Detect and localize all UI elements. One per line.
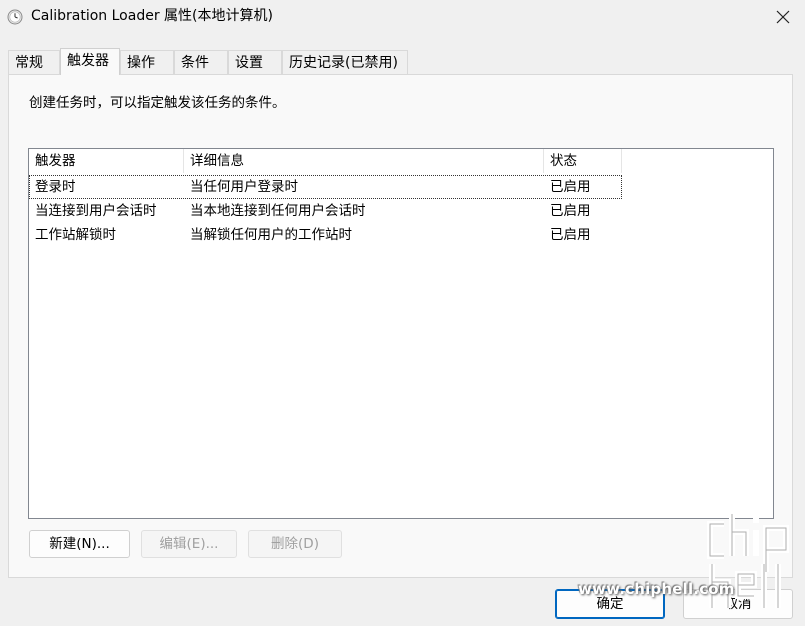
tab-actions[interactable]: 操作: [120, 50, 174, 74]
table-row[interactable]: 工作站解锁时 当解锁任何用户的工作站时 已启用: [29, 223, 622, 247]
table-row[interactable]: 当连接到用户会话时 当本地连接到任何用户会话时 已启用: [29, 199, 622, 223]
list-header: 触发器 详细信息 状态: [29, 149, 773, 173]
status-cell: 已启用: [550, 179, 591, 195]
window-title: Calibration Loader 属性(本地计算机): [31, 8, 273, 24]
details-cell: 当任何用户登录时: [190, 179, 298, 195]
clock-icon: [7, 9, 23, 25]
details-cell: 当本地连接到任何用户会话时: [190, 203, 366, 219]
tab-general[interactable]: 常规: [8, 50, 60, 74]
close-button[interactable]: [760, 0, 805, 34]
new-trigger-button[interactable]: 新建(N)...: [29, 530, 130, 558]
title-bar: Calibration Loader 属性(本地计算机): [0, 0, 805, 34]
edit-trigger-button[interactable]: 编辑(E)...: [141, 530, 237, 558]
triggers-panel: 创建任务时，可以指定触发该任务的条件。 触发器 详细信息 状态 登录时 当任何用…: [8, 74, 793, 578]
details-cell: 当解锁任何用户的工作站时: [190, 227, 352, 243]
status-cell: 已启用: [550, 227, 591, 243]
table-row[interactable]: 登录时 当任何用户登录时 已启用: [29, 175, 622, 199]
watermark-url: www.chiphell.com: [578, 580, 735, 598]
tab-conditions[interactable]: 条件: [174, 50, 228, 74]
delete-trigger-button[interactable]: 删除(D): [248, 530, 342, 558]
tab-settings[interactable]: 设置: [228, 50, 282, 74]
triggers-list[interactable]: 触发器 详细信息 状态 登录时 当任何用户登录时 已启用 当连接到用户会话时 当…: [28, 148, 774, 519]
column-header-trigger[interactable]: 触发器: [29, 149, 184, 173]
trigger-cell: 工作站解锁时: [35, 227, 116, 243]
status-cell: 已启用: [550, 203, 591, 219]
tab-triggers[interactable]: 触发器: [60, 48, 120, 75]
panel-description: 创建任务时，可以指定触发该任务的条件。: [29, 95, 286, 111]
close-icon: [776, 10, 789, 24]
tab-history[interactable]: 历史记录(已禁用): [282, 50, 408, 74]
trigger-cell: 当连接到用户会话时: [35, 203, 157, 219]
column-header-status[interactable]: 状态: [544, 149, 622, 173]
trigger-cell: 登录时: [35, 179, 76, 195]
column-header-details[interactable]: 详细信息: [184, 149, 544, 173]
